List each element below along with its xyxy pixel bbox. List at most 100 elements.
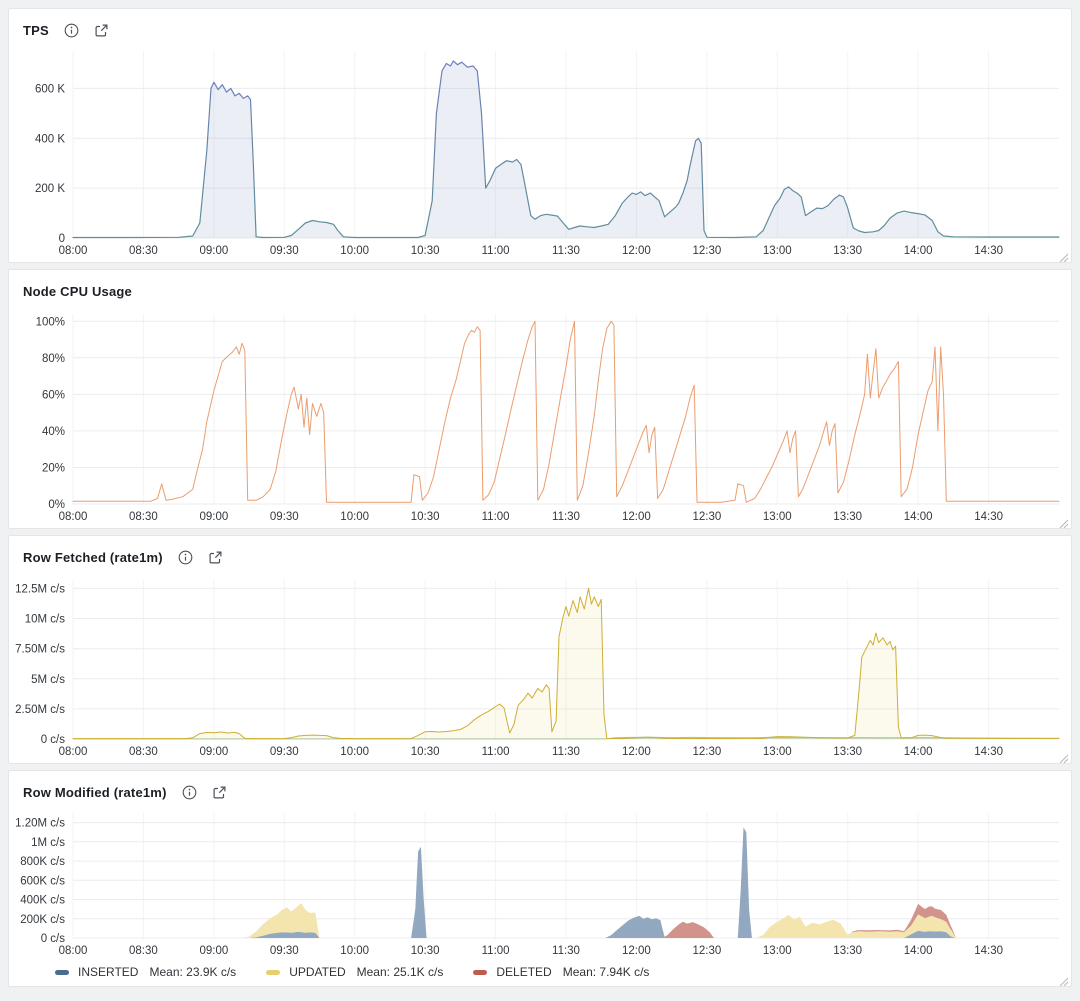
svg-text:12.5M c/s: 12.5M c/s	[15, 583, 65, 595]
svg-text:14:30: 14:30	[974, 245, 1003, 257]
svg-text:0 c/s: 0 c/s	[41, 933, 66, 945]
svg-text:0%: 0%	[48, 499, 65, 511]
svg-text:13:30: 13:30	[833, 511, 862, 523]
resize-handle-icon[interactable]	[1059, 250, 1069, 260]
svg-text:09:00: 09:00	[200, 746, 229, 758]
legend-label: INSERTED	[78, 965, 138, 979]
svg-text:12:30: 12:30	[693, 511, 722, 523]
svg-text:400 K: 400 K	[35, 133, 65, 145]
svg-text:13:00: 13:00	[763, 511, 792, 523]
external-link-icon[interactable]	[94, 23, 109, 38]
svg-text:400K c/s: 400K c/s	[20, 895, 65, 907]
legend-label: UPDATED	[289, 965, 345, 979]
svg-text:09:00: 09:00	[200, 945, 229, 957]
chart-legend: INSERTED Mean: 23.9K c/s UPDATED Mean: 2…	[9, 962, 1071, 986]
row-fetched-chart[interactable]: 08:0008:3009:0009:3010:0010:3011:0011:30…	[9, 570, 1071, 763]
svg-text:12:30: 12:30	[693, 245, 722, 257]
svg-text:10:30: 10:30	[411, 945, 440, 957]
inserted-swatch-icon	[55, 970, 69, 975]
svg-text:10M c/s: 10M c/s	[25, 614, 66, 626]
svg-text:200 K: 200 K	[35, 183, 65, 195]
resize-handle-icon[interactable]	[1059, 974, 1069, 984]
svg-text:200K c/s: 200K c/s	[20, 914, 65, 926]
svg-text:800K c/s: 800K c/s	[20, 856, 65, 868]
svg-text:08:30: 08:30	[129, 245, 158, 257]
resize-handle-icon[interactable]	[1059, 516, 1069, 526]
info-icon[interactable]	[178, 550, 193, 565]
svg-text:14:00: 14:00	[904, 945, 933, 957]
svg-text:13:30: 13:30	[833, 945, 862, 957]
svg-text:1M c/s: 1M c/s	[31, 837, 65, 849]
svg-text:13:30: 13:30	[833, 746, 862, 758]
svg-text:13:00: 13:00	[763, 945, 792, 957]
svg-text:12:30: 12:30	[693, 945, 722, 957]
svg-text:14:30: 14:30	[974, 746, 1003, 758]
svg-text:08:00: 08:00	[59, 945, 88, 957]
row-modified-chart[interactable]: 08:0008:3009:0009:3010:0010:3011:0011:30…	[9, 805, 1071, 962]
legend-item-deleted[interactable]: DELETED Mean: 7.94K c/s	[473, 965, 649, 979]
svg-text:11:00: 11:00	[482, 511, 510, 523]
svg-text:13:00: 13:00	[763, 746, 792, 758]
info-icon[interactable]	[182, 785, 197, 800]
legend-mean: Mean: 25.1K c/s	[357, 965, 444, 979]
panel-header: TPS	[9, 9, 1071, 43]
svg-text:09:30: 09:30	[270, 945, 299, 957]
panel-row-modified: Row Modified (rate1m) 08:00 08:30 09:00 09:…	[8, 770, 1072, 987]
svg-text:12:00: 12:00	[622, 245, 651, 257]
external-link-icon[interactable]	[208, 550, 223, 565]
svg-text:10:30: 10:30	[411, 511, 440, 523]
legend-item-inserted[interactable]: INSERTED Mean: 23.9K c/s	[55, 965, 236, 979]
svg-text:12:30: 12:30	[693, 746, 722, 758]
legend-item-updated[interactable]: UPDATED Mean: 25.1K c/s	[266, 965, 443, 979]
svg-text:11:30: 11:30	[552, 245, 580, 257]
svg-text:11:30: 11:30	[552, 746, 580, 758]
svg-text:08:00: 08:00	[59, 511, 88, 523]
svg-text:09:00: 09:00	[200, 245, 229, 257]
svg-text:14:00: 14:00	[904, 245, 933, 257]
panel-header: Node CPU Usage	[9, 270, 1071, 304]
svg-text:13:30: 13:30	[833, 245, 862, 257]
svg-text:08:00: 08:00	[59, 746, 88, 758]
panel-title: Row Modified (rate1m)	[23, 785, 167, 800]
updated-swatch-icon	[266, 970, 280, 975]
svg-text:14:30: 14:30	[974, 945, 1003, 957]
panel-header: Row Modified (rate1m)	[9, 771, 1071, 805]
panel-header: Row Fetched (rate1m)	[9, 536, 1071, 570]
deleted-swatch-icon	[473, 970, 487, 975]
svg-text:600 K: 600 K	[35, 83, 65, 95]
svg-text:11:00: 11:00	[482, 245, 510, 257]
svg-text:10:00: 10:00	[340, 245, 369, 257]
svg-text:100%: 100%	[36, 316, 65, 328]
panel-title: Node CPU Usage	[23, 284, 132, 299]
svg-text:0: 0	[59, 233, 65, 245]
node-cpu-usage-chart[interactable]: 08:0008:3009:0009:3010:0010:3011:0011:30…	[9, 304, 1071, 528]
dashboard: TPS 08:00 08:30 09:00 09:30 10:00 10:30 11:00 1…	[0, 0, 1080, 995]
svg-text:14:00: 14:00	[904, 511, 933, 523]
svg-text:14:30: 14:30	[974, 511, 1003, 523]
svg-text:40%: 40%	[42, 426, 65, 438]
svg-text:11:30: 11:30	[552, 511, 580, 523]
external-link-icon[interactable]	[212, 785, 227, 800]
svg-text:0 c/s: 0 c/s	[41, 734, 66, 746]
panel-title: Row Fetched (rate1m)	[23, 550, 163, 565]
legend-mean: Mean: 7.94K c/s	[563, 965, 650, 979]
svg-text:12:00: 12:00	[622, 511, 651, 523]
panel-title: TPS	[23, 23, 49, 38]
svg-text:11:00: 11:00	[482, 746, 510, 758]
legend-label: DELETED	[496, 965, 551, 979]
svg-text:09:30: 09:30	[270, 245, 299, 257]
svg-text:10:30: 10:30	[411, 746, 440, 758]
svg-text:10:00: 10:00	[340, 511, 369, 523]
svg-text:10:00: 10:00	[340, 945, 369, 957]
svg-text:08:30: 08:30	[129, 511, 158, 523]
svg-text:13:00: 13:00	[763, 245, 792, 257]
svg-text:08:30: 08:30	[129, 945, 158, 957]
legend-mean: Mean: 23.9K c/s	[149, 965, 236, 979]
svg-text:600K c/s: 600K c/s	[20, 875, 65, 887]
info-icon[interactable]	[64, 23, 79, 38]
resize-handle-icon[interactable]	[1059, 751, 1069, 761]
tps-chart[interactable]: 08:0008:3009:0009:3010:0010:3011:0011:30…	[9, 43, 1071, 262]
svg-text:11:00: 11:00	[482, 945, 510, 957]
svg-text:08:00: 08:00	[59, 245, 88, 257]
panel-tps: TPS 08:0008:3009:0009:3010:0010:3011:001…	[8, 8, 1072, 263]
